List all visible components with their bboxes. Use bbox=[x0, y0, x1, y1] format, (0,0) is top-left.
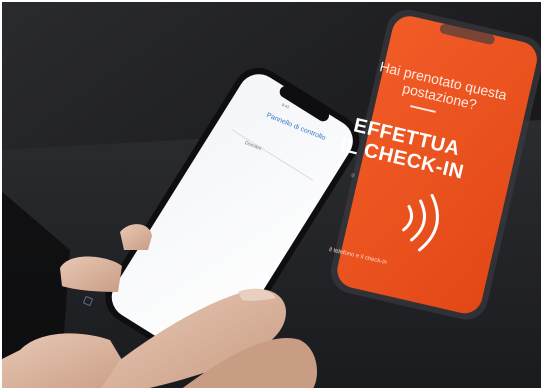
photo: Hai prenotato questa postazione? EFFETTU… bbox=[0, 0, 543, 390]
left-fingers bbox=[60, 256, 122, 292]
scene bbox=[0, 0, 543, 390]
left-index-finger bbox=[120, 224, 152, 250]
